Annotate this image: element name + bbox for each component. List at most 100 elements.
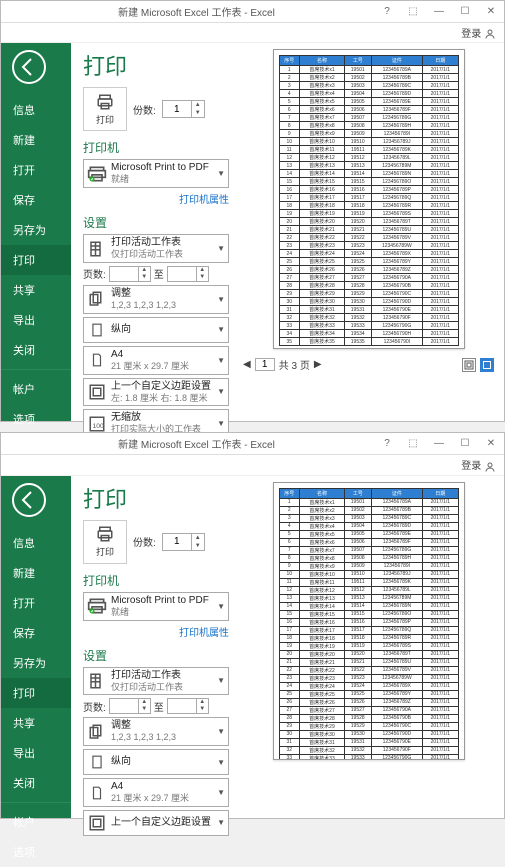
user-icon: [484, 461, 496, 473]
preview-table: 序号名称工号证件日期 1首席技术x119501123456789A2017/1/…: [279, 488, 459, 760]
nav-close[interactable]: 关闭: [1, 335, 71, 365]
help-icon[interactable]: ?: [374, 438, 400, 449]
page-count-label: 共 3 页: [279, 357, 310, 372]
copies-input[interactable]: ▲▼: [162, 100, 205, 118]
chevron-down-icon: ▼: [217, 295, 225, 304]
pages-label: 页数:: [83, 266, 106, 281]
printer-icon: [94, 93, 116, 111]
zoom-to-page-button[interactable]: [480, 358, 494, 372]
print-button[interactable]: 打印: [83, 520, 127, 564]
page-title: 打印: [83, 482, 229, 514]
sheet-icon: [87, 239, 107, 259]
print-scope-dropdown[interactable]: 打印活动工作表仅打印活动工作表 ▼: [83, 667, 229, 696]
nav-account[interactable]: 帐户: [1, 374, 71, 404]
show-margins-button[interactable]: [462, 358, 476, 372]
portrait-icon: [87, 320, 107, 340]
nav-open[interactable]: 打开: [1, 155, 71, 185]
collate-dropdown[interactable]: 调整1,2,3 1,2,3 1,2,3 ▼: [83, 717, 229, 746]
margins-dropdown[interactable]: 上一个自定义边距设置 ▼: [83, 810, 229, 836]
nav-new[interactable]: 新建: [1, 558, 71, 588]
nav-print[interactable]: 打印: [1, 678, 71, 708]
close-icon[interactable]: ✕: [478, 6, 504, 17]
nav-export[interactable]: 导出: [1, 305, 71, 335]
minimize-icon[interactable]: —: [426, 6, 452, 17]
nav-options[interactable]: 选项: [1, 404, 71, 434]
nav-export[interactable]: 导出: [1, 738, 71, 768]
settings-heading: 设置: [83, 647, 229, 664]
minimize-icon[interactable]: —: [426, 438, 452, 449]
window-title: 新建 Microsoft Excel 工作表 - Excel: [19, 4, 374, 19]
back-button[interactable]: [11, 482, 47, 518]
chevron-down-icon: ▼: [217, 387, 225, 396]
maximize-icon[interactable]: ☐: [452, 6, 478, 17]
printer-dropdown[interactable]: Microsoft Print to PDF就绪 ▼: [83, 159, 229, 188]
collate-dropdown[interactable]: 调整1,2,3 1,2,3 1,2,3 ▼: [83, 285, 229, 314]
print-preview-page: 序号名称工号证件日期 1首席技术x119501123456789A2017/1/…: [273, 482, 465, 760]
nav-save[interactable]: 保存: [1, 618, 71, 648]
back-button[interactable]: [11, 49, 47, 85]
chevron-down-icon: ▼: [217, 325, 225, 334]
page-to-input[interactable]: ▲▼: [167, 698, 209, 714]
orientation-dropdown[interactable]: 纵向 ▼: [83, 317, 229, 343]
print-button[interactable]: 打印: [83, 87, 127, 131]
print-button-label: 打印: [96, 113, 114, 126]
nav-saveas[interactable]: 另存为: [1, 215, 71, 245]
chevron-down-icon: ▼: [217, 244, 225, 253]
orientation-dropdown[interactable]: 纵向 ▼: [83, 749, 229, 775]
spin-up-icon[interactable]: ▲: [192, 101, 204, 109]
svg-text:100: 100: [93, 422, 105, 429]
nav-share[interactable]: 共享: [1, 708, 71, 738]
page-title: 打印: [83, 49, 229, 81]
login-link[interactable]: 登录: [461, 461, 481, 472]
print-preview-page: 序号名称工号证件日期 1首席技术x119501123456789A2017/1/…: [273, 49, 465, 349]
page-from-input[interactable]: ▲▼: [109, 266, 151, 282]
nav-share[interactable]: 共享: [1, 275, 71, 305]
user-icon: [484, 28, 496, 40]
to-label: 至: [154, 266, 164, 281]
chevron-down-icon: ▼: [217, 356, 225, 365]
printer-heading: 打印机: [83, 139, 229, 156]
printer-properties-link[interactable]: 打印机属性: [83, 191, 229, 206]
backstage-sidebar: 信息 新建 打开 保存 另存为 打印 共享 导出 关闭 帐户 选项: [1, 476, 71, 818]
nav-print[interactable]: 打印: [1, 245, 71, 275]
close-icon[interactable]: ✕: [478, 438, 504, 449]
printer-device-icon: [87, 164, 107, 184]
print-scope-dropdown[interactable]: 打印活动工作表仅打印活动工作表 ▼: [83, 234, 229, 263]
restore-icon[interactable]: ⬚: [400, 6, 426, 17]
printer-properties-link[interactable]: 打印机属性: [83, 624, 229, 639]
copies-input[interactable]: ▲▼: [162, 533, 205, 551]
next-page-button[interactable]: ▶: [314, 359, 322, 370]
restore-icon[interactable]: ⬚: [400, 438, 426, 449]
nav-account[interactable]: 帐户: [1, 807, 71, 837]
nav-new[interactable]: 新建: [1, 125, 71, 155]
maximize-icon[interactable]: ☐: [452, 438, 478, 449]
nav-info[interactable]: 信息: [1, 528, 71, 558]
page-from-input[interactable]: ▲▼: [109, 698, 151, 714]
pages-label: 页数:: [83, 699, 106, 714]
margins-dropdown[interactable]: 上一个自定义边距设置左: 1.8 厘米 右: 1.8 厘米 ▼: [83, 378, 229, 407]
settings-heading: 设置: [83, 214, 229, 231]
nav-open[interactable]: 打开: [1, 588, 71, 618]
nav-close[interactable]: 关闭: [1, 768, 71, 798]
prev-page-button[interactable]: ◀: [243, 359, 251, 370]
backstage-sidebar: 信息 新建 打开 保存 另存为 打印 共享 导出 关闭 帐户 选项: [1, 43, 71, 421]
chevron-down-icon: ▼: [217, 419, 225, 428]
nav-info[interactable]: 信息: [1, 95, 71, 125]
chevron-down-icon: ▼: [217, 169, 225, 178]
print-button-label: 打印: [96, 545, 114, 558]
page-number-input[interactable]: [255, 358, 275, 371]
collate-icon: [87, 289, 107, 309]
nav-options[interactable]: 选项: [1, 837, 71, 867]
window-title: 新建 Microsoft Excel 工作表 - Excel: [19, 436, 374, 451]
printer-icon: [94, 525, 116, 543]
help-icon[interactable]: ?: [374, 6, 400, 17]
page-to-input[interactable]: ▲▼: [167, 266, 209, 282]
spin-down-icon[interactable]: ▼: [192, 109, 204, 117]
nav-saveas[interactable]: 另存为: [1, 648, 71, 678]
paper-dropdown[interactable]: A421 厘米 x 29.7 厘米 ▼: [83, 346, 229, 375]
paper-dropdown[interactable]: A421 厘米 x 29.7 厘米 ▼: [83, 778, 229, 807]
to-label: 至: [154, 699, 164, 714]
printer-dropdown[interactable]: Microsoft Print to PDF就绪 ▼: [83, 592, 229, 621]
login-link[interactable]: 登录: [461, 29, 481, 40]
nav-save[interactable]: 保存: [1, 185, 71, 215]
